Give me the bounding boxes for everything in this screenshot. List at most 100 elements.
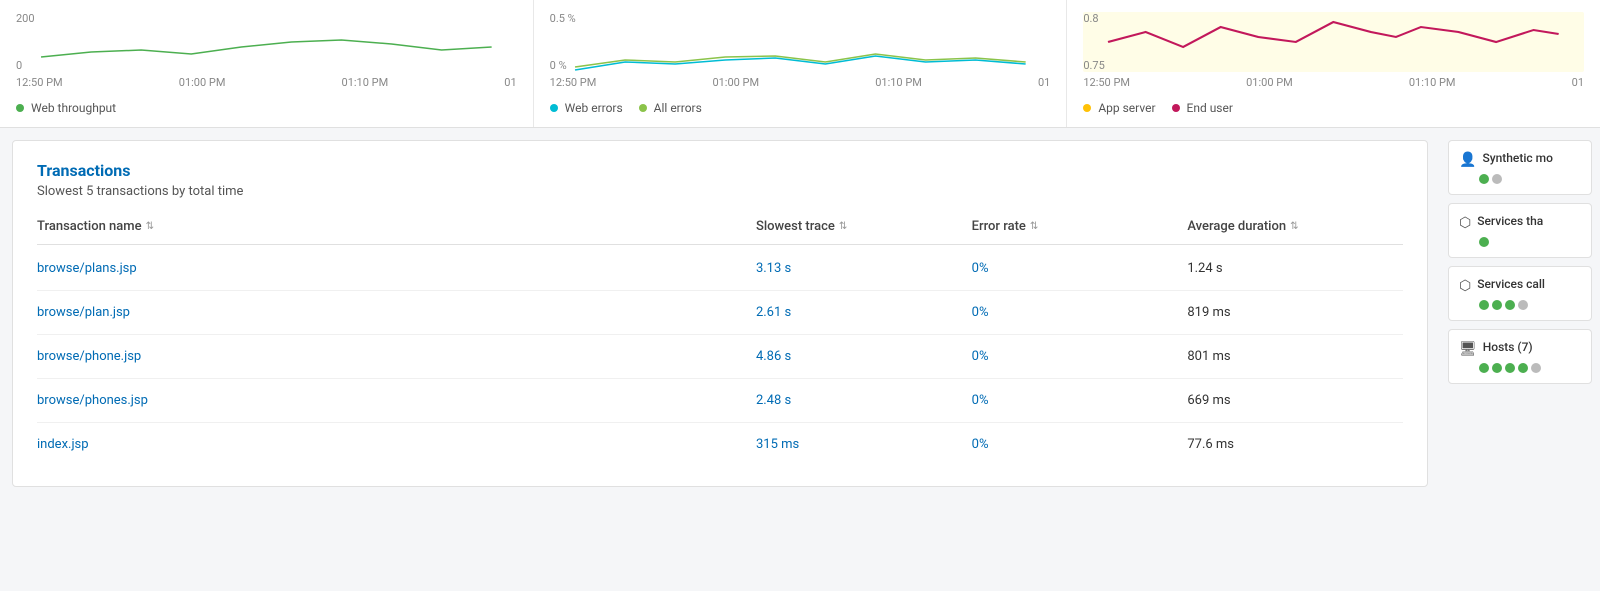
services-call-dot-2 — [1492, 300, 1502, 310]
hosts-dot-1 — [1479, 363, 1489, 373]
apdex-svg — [1083, 12, 1584, 72]
hosts-icon: 🖥 — [1459, 341, 1477, 357]
transactions-title[interactable]: Transactions — [37, 161, 1403, 180]
transaction-name-link[interactable]: browse/phone.jsp — [37, 349, 756, 364]
web-errors-dot — [550, 104, 558, 112]
transaction-slowest: 315 ms — [756, 437, 972, 452]
throughput-y-labels: 200 0 — [16, 12, 35, 72]
sidebar-hosts-header: 🖥 Hosts (7) — [1459, 340, 1581, 357]
col-header-error[interactable]: Error rate ⇅ — [972, 219, 1188, 234]
throughput-chart-panel: 200 0 12:50 PM 01:00 PM 01:10 PM 01 Web … — [0, 0, 534, 127]
errors-chart-area: 0.5 % 0 % — [550, 12, 1051, 72]
apdex-y-labels: 0.8 0.75 — [1083, 12, 1104, 72]
main-content: Transactions Slowest 5 transactions by t… — [0, 128, 1600, 499]
sidebar-item-services-that[interactable]: ⬡ Services tha — [1448, 203, 1592, 258]
sidebar-synthetic-header: 👤 Synthetic mo — [1459, 151, 1581, 168]
hosts-dot-3 — [1505, 363, 1515, 373]
apdex-y-bottom: 0.75 — [1083, 59, 1104, 72]
transaction-slowest: 4.86 s — [756, 349, 972, 364]
transaction-avg: 801 ms — [1187, 349, 1403, 364]
hosts-dot-5 — [1531, 363, 1541, 373]
synthetic-icon: 👤 — [1459, 152, 1476, 168]
hosts-dot-4 — [1518, 363, 1528, 373]
col-header-name[interactable]: Transaction name ⇅ — [37, 219, 756, 234]
web-errors-legend-item: Web errors — [550, 101, 623, 115]
transaction-avg: 1.24 s — [1187, 261, 1403, 276]
services-that-dot-1 — [1479, 237, 1489, 247]
app-server-dot — [1083, 104, 1091, 112]
services-call-dot-1 — [1479, 300, 1489, 310]
sidebar-services-that-header: ⬡ Services tha — [1459, 214, 1581, 231]
table-row: browse/phones.jsp 2.48 s 0% 669 ms — [37, 379, 1403, 423]
errors-chart-panel: 0.5 % 0 % 12:50 PM 01:00 PM 01:10 PM 01 … — [534, 0, 1068, 127]
errors-y-labels: 0.5 % 0 % — [550, 12, 576, 72]
services-call-dot-4 — [1518, 300, 1528, 310]
hosts-dot-2 — [1492, 363, 1502, 373]
sort-avg-icon: ⇅ — [1290, 221, 1298, 232]
transactions-subtitle: Slowest 5 transactions by total time — [37, 184, 1403, 199]
sort-error-icon: ⇅ — [1030, 221, 1038, 232]
table-row: index.jsp 315 ms 0% 77.6 ms — [37, 423, 1403, 466]
transactions-table-body: browse/plans.jsp 3.13 s 0% 1.24 s browse… — [37, 247, 1403, 466]
sidebar-item-synthetic[interactable]: 👤 Synthetic mo — [1448, 140, 1592, 195]
errors-svg — [550, 12, 1051, 72]
throughput-dot — [16, 104, 24, 112]
errors-y-top: 0.5 % — [550, 12, 576, 25]
apdex-chart-area: 0.8 0.75 — [1083, 12, 1584, 72]
sort-slowest-icon: ⇅ — [839, 221, 847, 232]
transaction-error: 0% — [972, 261, 1188, 276]
sidebar-synthetic-title: Synthetic mo — [1482, 151, 1552, 167]
transaction-slowest: 3.13 s — [756, 261, 972, 276]
throughput-chart-area: 200 0 — [16, 12, 517, 72]
transaction-name-link[interactable]: index.jsp — [37, 437, 756, 452]
services-call-dot-3 — [1505, 300, 1515, 310]
col-header-slowest[interactable]: Slowest trace ⇅ — [756, 219, 972, 234]
sort-name-icon: ⇅ — [146, 221, 154, 232]
sidebar-hosts-title: Hosts (7) — [1483, 340, 1533, 356]
sidebar-services-call-title: Services call — [1477, 277, 1545, 293]
transaction-name-link[interactable]: browse/plans.jsp — [37, 261, 756, 276]
services-call-icon: ⬡ — [1459, 278, 1471, 294]
transactions-table-header: Transaction name ⇅ Slowest trace ⇅ Error… — [37, 219, 1403, 245]
transaction-slowest: 2.61 s — [756, 305, 972, 320]
throughput-legend: Web throughput — [16, 97, 517, 115]
transaction-avg: 669 ms — [1187, 393, 1403, 408]
throughput-legend-item: Web throughput — [16, 101, 116, 115]
app-server-legend-item: App server — [1083, 101, 1155, 115]
apdex-y-top: 0.8 — [1083, 12, 1104, 25]
throughput-svg — [16, 12, 517, 72]
transaction-name-link[interactable]: browse/plan.jsp — [37, 305, 756, 320]
transaction-error: 0% — [972, 393, 1188, 408]
transaction-avg: 77.6 ms — [1187, 437, 1403, 452]
throughput-y-bottom: 0 — [16, 59, 35, 72]
col-header-avg[interactable]: Average duration ⇅ — [1187, 219, 1403, 234]
services-that-icon: ⬡ — [1459, 215, 1471, 231]
table-row: browse/phone.jsp 4.86 s 0% 801 ms — [37, 335, 1403, 379]
errors-legend: Web errors All errors — [550, 97, 1051, 115]
apdex-x-labels: 12:50 PM 01:00 PM 01:10 PM 01 — [1083, 76, 1584, 97]
top-charts-container: 200 0 12:50 PM 01:00 PM 01:10 PM 01 Web … — [0, 0, 1600, 128]
table-row: browse/plan.jsp 2.61 s 0% 819 ms — [37, 291, 1403, 335]
synthetic-dot-1 — [1479, 174, 1489, 184]
transactions-section: Transactions Slowest 5 transactions by t… — [12, 140, 1428, 487]
sidebar: 👤 Synthetic mo ⬡ Services tha ⬡ Services… — [1440, 128, 1600, 499]
synthetic-dot-2 — [1492, 174, 1502, 184]
errors-y-bottom: 0 % — [550, 59, 576, 72]
throughput-x-labels: 12:50 PM 01:00 PM 01:10 PM 01 — [16, 76, 517, 97]
apdex-legend: App server End user — [1083, 97, 1584, 115]
table-row: browse/plans.jsp 3.13 s 0% 1.24 s — [37, 247, 1403, 291]
errors-x-labels: 12:50 PM 01:00 PM 01:10 PM 01 — [550, 76, 1051, 97]
transaction-error: 0% — [972, 437, 1188, 452]
sidebar-item-hosts[interactable]: 🖥 Hosts (7) — [1448, 329, 1592, 384]
sidebar-item-services-call[interactable]: ⬡ Services call — [1448, 266, 1592, 321]
services-that-dots — [1459, 237, 1581, 247]
transaction-slowest: 2.48 s — [756, 393, 972, 408]
sidebar-services-call-header: ⬡ Services call — [1459, 277, 1581, 294]
transaction-avg: 819 ms — [1187, 305, 1403, 320]
apdex-chart-panel: 0.8 0.75 12:50 PM 01:00 PM 01:10 PM 01 A… — [1067, 0, 1600, 127]
all-errors-legend-item: All errors — [639, 101, 702, 115]
sidebar-services-that-title: Services tha — [1477, 214, 1543, 230]
end-user-dot — [1172, 104, 1180, 112]
all-errors-dot — [639, 104, 647, 112]
transaction-name-link[interactable]: browse/phones.jsp — [37, 393, 756, 408]
